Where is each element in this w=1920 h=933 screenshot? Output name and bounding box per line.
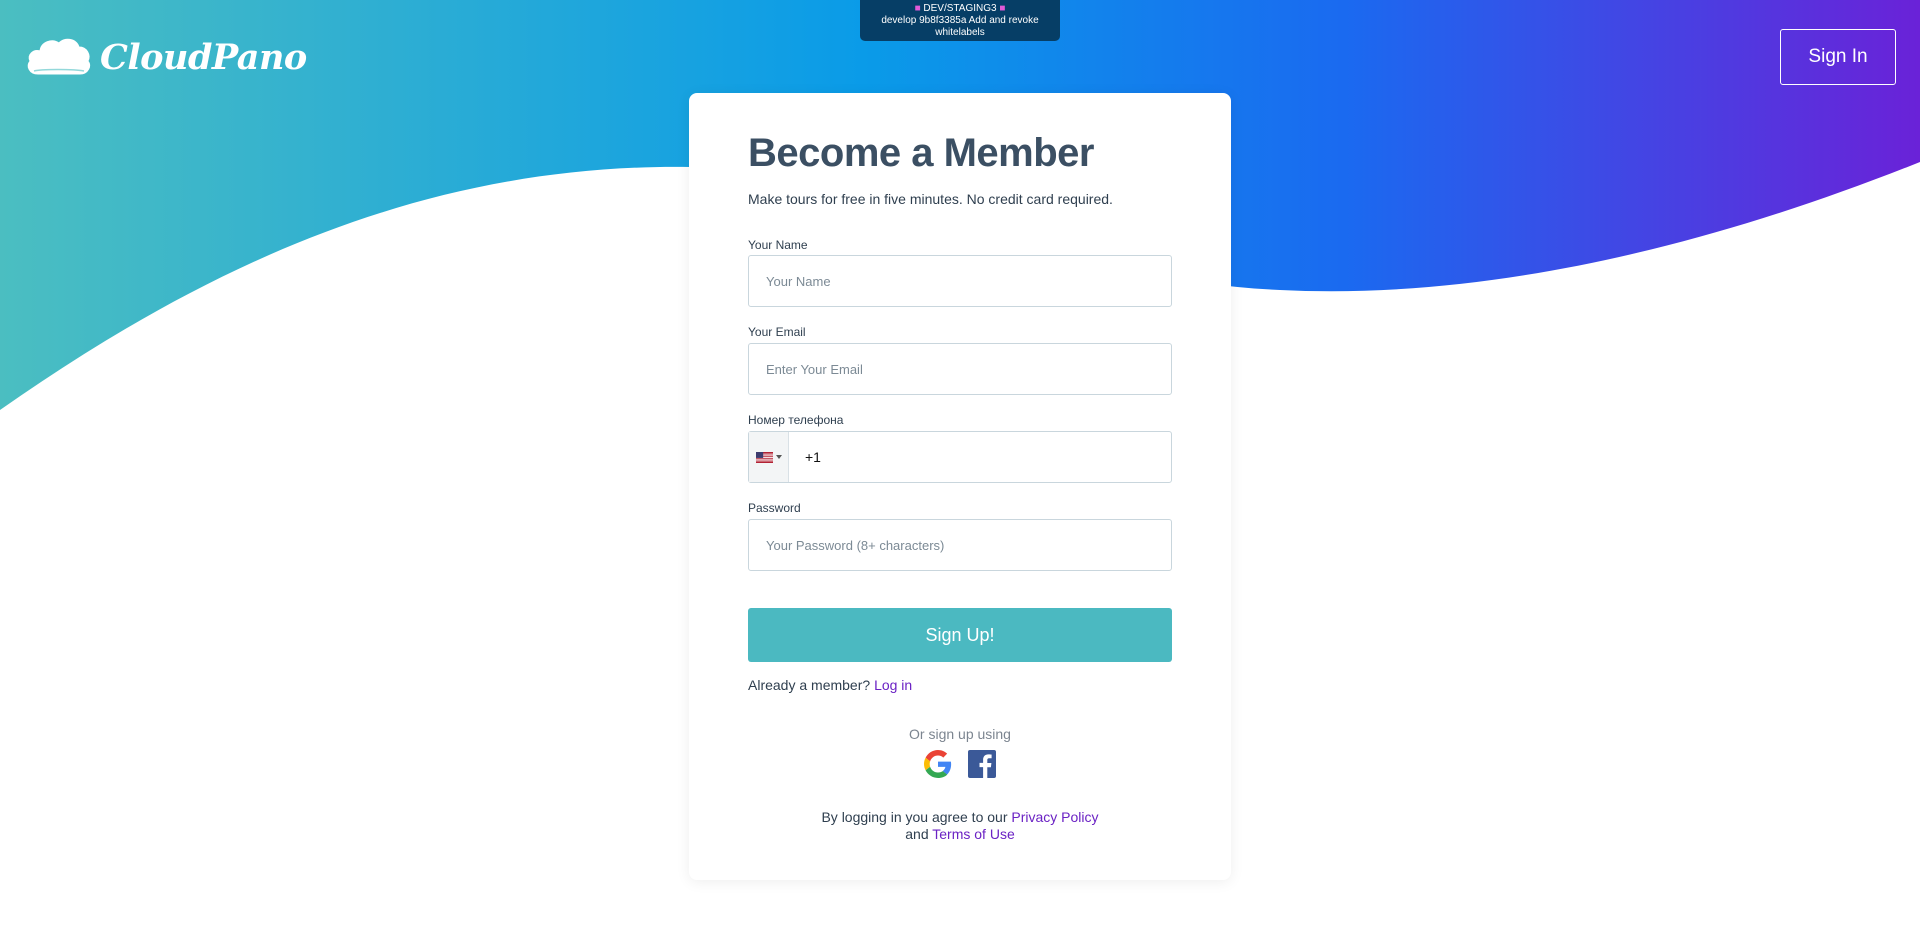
terms-of-use-link[interactable]: Terms of Use: [932, 826, 1014, 842]
chevron-down-icon: [775, 455, 782, 459]
terms-and-text: and: [905, 826, 929, 842]
privacy-policy-link[interactable]: Privacy Policy: [1011, 809, 1098, 825]
google-signup-button[interactable]: [923, 749, 953, 779]
name-label: Your Name: [748, 238, 808, 252]
email-label: Your Email: [748, 325, 806, 339]
signup-card: Become a Member Make tours for free in f…: [689, 93, 1231, 880]
phone-field: [748, 431, 1172, 483]
sign-in-button[interactable]: Sign In: [1780, 29, 1896, 85]
dev-commit-label: develop 9b8f3385a Add and revoke whitela…: [881, 15, 1039, 38]
page-subtitle: Make tours for free in five minutes. No …: [748, 191, 1113, 207]
name-input[interactable]: [748, 255, 1172, 307]
google-icon: [924, 750, 952, 778]
phone-label: Номер телефона: [748, 413, 844, 427]
robot-icon: ■: [999, 3, 1006, 14]
robot-icon: ■: [914, 3, 921, 14]
log-in-link[interactable]: Log in: [874, 677, 912, 693]
page-title: Become a Member: [748, 131, 1094, 175]
cloudpano-logo[interactable]: CloudPano: [24, 34, 307, 80]
facebook-icon: [968, 750, 996, 778]
password-label: Password: [748, 501, 801, 515]
terms-notice: By logging in you agree to our Privacy P…: [810, 809, 1110, 843]
social-signup-prompt: Or sign up using: [909, 726, 1011, 742]
email-input[interactable]: [748, 343, 1172, 395]
country-code-dropdown[interactable]: [749, 432, 789, 482]
dev-environment-banner: ■ DEV/STAGING3 ■ develop 9b8f3385a Add a…: [860, 0, 1060, 41]
facebook-signup-button[interactable]: [967, 749, 997, 779]
phone-input[interactable]: [789, 432, 1171, 482]
terms-prefix-text: By logging in you agree to our: [821, 809, 1008, 825]
login-prompt: Already a member? Log in: [748, 677, 912, 693]
password-input[interactable]: [748, 519, 1172, 571]
cloud-icon: [27, 38, 91, 75]
sign-up-button[interactable]: Sign Up!: [748, 608, 1172, 662]
dev-env-label: DEV/STAGING3: [923, 3, 997, 14]
us-flag-icon: [755, 451, 773, 463]
social-signup-buttons: [689, 749, 1231, 779]
member-prompt-text: Already a member?: [748, 677, 871, 693]
logo-text: CloudPano: [100, 36, 307, 78]
